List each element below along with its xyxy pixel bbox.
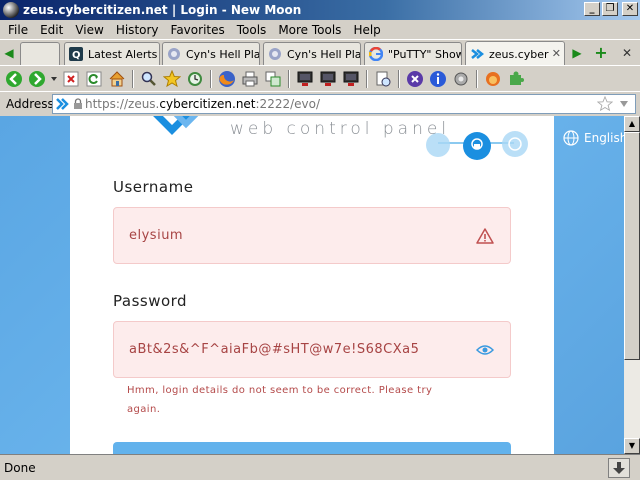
- toolbar-separator: [210, 69, 212, 88]
- new-moon-app-icon: [3, 2, 19, 18]
- login-error-message: Hmm, login details do not seem to be cor…: [127, 385, 433, 415]
- addon-puzzle-icon[interactable]: [506, 69, 526, 89]
- toolbar-separator: [288, 69, 290, 88]
- restore-button[interactable]: ❐: [602, 2, 618, 16]
- history-dropdown-icon[interactable]: [50, 69, 58, 89]
- tab-label: Cyn's Hell Plan: [186, 47, 259, 61]
- scroll-down-icon[interactable]: ▼: [624, 438, 640, 454]
- reload-icon[interactable]: [84, 69, 104, 89]
- password-value: aBt&2s&^F^aiaFb@#sHT@w7e!S68CXa5: [129, 342, 420, 357]
- tab-scroll-right-icon[interactable]: ▶: [570, 44, 584, 62]
- panel-logo-icon: [153, 116, 199, 135]
- tab-label: zeus.cyber: [489, 47, 549, 61]
- addon-fox-icon[interactable]: [483, 69, 503, 89]
- globe-icon: [563, 130, 579, 146]
- tab-latest-alerts[interactable]: Q Latest Alerts |: [64, 42, 160, 65]
- login-steps-indicator: [426, 131, 528, 160]
- settings-gear-icon[interactable]: [451, 69, 471, 89]
- toolbar-separator: [398, 69, 400, 88]
- page-favicon-icon: [168, 48, 180, 60]
- print-icon[interactable]: [240, 69, 260, 89]
- warning-icon: [476, 228, 494, 244]
- menu-favorites[interactable]: Favorites: [165, 23, 231, 37]
- monitor-icon-2[interactable]: [318, 69, 338, 89]
- tab-scroll-left-icon[interactable]: ◀: [2, 44, 16, 62]
- status-text: Done: [4, 460, 36, 475]
- page-tools-icon[interactable]: [263, 69, 283, 89]
- menu-history[interactable]: History: [110, 23, 165, 37]
- lock-icon: [74, 98, 82, 109]
- home-icon[interactable]: [107, 69, 127, 89]
- downloads-icon[interactable]: [608, 458, 630, 478]
- language-label: English: [584, 131, 624, 145]
- tab-bar: ◀ Q Latest Alerts | Cyn's Hell Plan Cyn'…: [0, 39, 640, 66]
- firefox-icon[interactable]: [217, 69, 237, 89]
- stop-icon[interactable]: [61, 69, 81, 89]
- menu-help[interactable]: Help: [347, 23, 386, 37]
- menu-tools[interactable]: Tools: [231, 23, 273, 37]
- toolbar-separator: [476, 69, 478, 88]
- username-input[interactable]: elysium: [113, 207, 511, 264]
- minimize-button[interactable]: _: [584, 2, 600, 16]
- tab-cyns-hell-plan-1[interactable]: Cyn's Hell Plan: [162, 42, 260, 65]
- page-favicon-icon: [269, 48, 281, 60]
- info-icon[interactable]: [428, 69, 448, 89]
- search-icon[interactable]: [139, 69, 159, 89]
- tab-label: "PuTTY" Show: [388, 47, 461, 61]
- bookmark-star-icon[interactable]: [162, 69, 182, 89]
- close-button[interactable]: ✕: [622, 2, 638, 16]
- block-icon[interactable]: [405, 69, 425, 89]
- title-bar: zeus.cybercitizen.net | Login - New Moon…: [0, 0, 640, 20]
- tab-label: Cyn's Hell Plan: [287, 47, 360, 61]
- back-icon[interactable]: [4, 69, 24, 89]
- tab-zeus-active[interactable]: zeus.cyber ✕: [465, 41, 565, 66]
- page-info-icon[interactable]: [373, 69, 393, 89]
- forward-icon[interactable]: [27, 69, 47, 89]
- menu-more-tools[interactable]: More Tools: [272, 23, 347, 37]
- sign-in-button[interactable]: [113, 442, 511, 454]
- scroll-up-icon[interactable]: ▲: [624, 116, 640, 132]
- password-label: Password: [113, 292, 188, 310]
- window-title: zeus.cybercitizen.net | Login - New Moon: [23, 3, 302, 17]
- svg-text:Q: Q: [72, 50, 81, 61]
- logo-text: web control panel: [230, 119, 451, 139]
- tab-blank[interactable]: [20, 42, 60, 65]
- monitor-icon-3[interactable]: [341, 69, 361, 89]
- monitor-icon-1[interactable]: [295, 69, 315, 89]
- status-bar: Done: [0, 454, 640, 480]
- vertical-scrollbar[interactable]: ▲ ▼: [624, 116, 640, 454]
- history-clock-icon[interactable]: [185, 69, 205, 89]
- tab-putty-show[interactable]: "PuTTY" Show: [364, 42, 462, 65]
- q-favicon-icon: Q: [69, 47, 83, 61]
- url-dropdown-icon[interactable]: [619, 100, 629, 108]
- address-label: Address: [6, 97, 54, 111]
- username-label: Username: [113, 178, 194, 196]
- language-selector[interactable]: English: [563, 130, 624, 146]
- navigation-toolbar: [0, 65, 640, 91]
- url-field[interactable]: https://zeus.cybercitizen.net:2222/evo/: [52, 94, 636, 114]
- url-text: https://zeus.cybercitizen.net:2222/evo/: [85, 97, 321, 111]
- show-password-eye-icon[interactable]: [476, 341, 494, 359]
- zeus-favicon-icon: [471, 49, 484, 59]
- site-favicon-icon: [56, 98, 69, 110]
- new-tab-icon[interactable]: +: [594, 44, 608, 62]
- tab-cyns-hell-plan-2[interactable]: Cyn's Hell Plan: [263, 42, 361, 65]
- tab-label: Latest Alerts |: [88, 47, 159, 61]
- username-value: elysium: [129, 228, 184, 243]
- toolbar-separator: [132, 69, 134, 88]
- page-viewport: web control panel English Username elysi…: [0, 116, 624, 454]
- toolbar-separator: [366, 69, 368, 88]
- address-bar: Address https://zeus.cybercitizen.net:22…: [0, 91, 640, 116]
- menu-edit[interactable]: Edit: [34, 23, 69, 37]
- google-favicon-icon: [369, 47, 383, 61]
- menu-bar: File Edit View History Favorites Tools M…: [0, 20, 640, 39]
- menu-file[interactable]: File: [2, 23, 34, 37]
- close-tab-bar-icon[interactable]: ✕: [620, 44, 634, 62]
- bookmark-star-outline-icon[interactable]: [597, 96, 613, 112]
- password-input[interactable]: aBt&2s&^F^aiaFb@#sHT@w7e!S68CXa5: [113, 321, 511, 378]
- scrollbar-thumb[interactable]: [624, 132, 640, 360]
- close-tab-icon[interactable]: ✕: [552, 47, 561, 60]
- menu-view[interactable]: View: [69, 23, 109, 37]
